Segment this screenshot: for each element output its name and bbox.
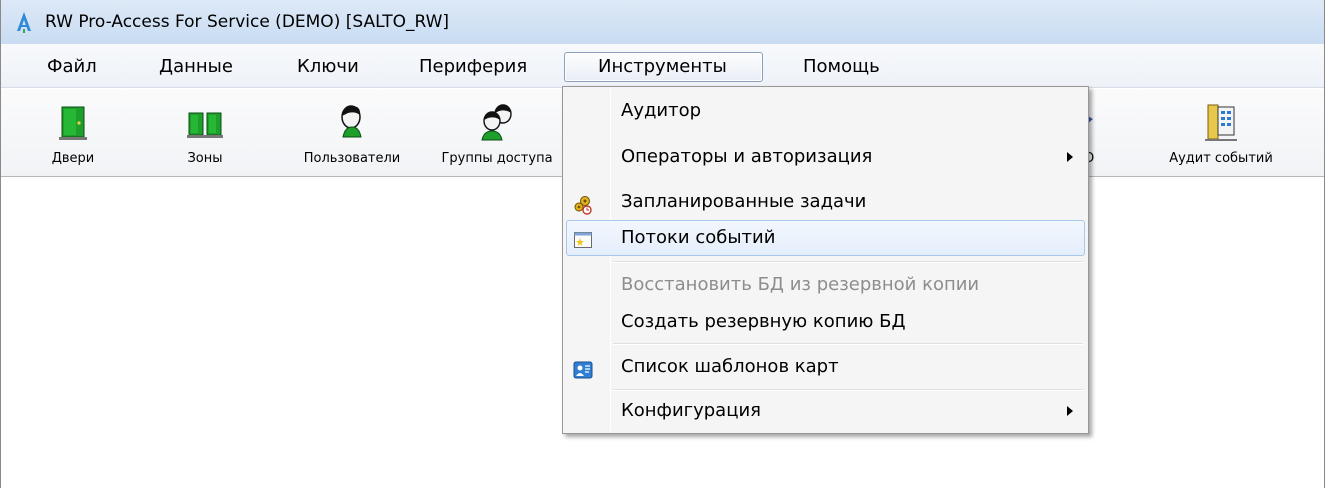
menu-separator bbox=[613, 343, 1083, 345]
app-logo-icon bbox=[13, 11, 35, 33]
menu-item-backup-db[interactable]: Создать резервную копию БД bbox=[566, 304, 1085, 340]
menu-item-card-templates[interactable]: Список шаблонов карт bbox=[566, 349, 1085, 385]
gears-clock-icon bbox=[573, 192, 593, 215]
toolbar-doors-button[interactable]: Двери bbox=[49, 89, 97, 177]
menu-bar: Файл Данные Ключи Периферия Инструменты … bbox=[1, 44, 1324, 88]
menu-help[interactable]: Помощь bbox=[793, 52, 890, 82]
menu-item-event-streams-label: Потоки событий bbox=[621, 227, 776, 248]
menu-keys[interactable]: Ключи bbox=[287, 52, 369, 82]
menu-item-operators-label: Операторы и авторизация bbox=[621, 146, 873, 167]
menu-data[interactable]: Данные bbox=[149, 52, 243, 82]
zones-icon bbox=[185, 102, 225, 142]
menu-file[interactable]: Файл bbox=[37, 52, 107, 82]
menu-tools[interactable]: Инструменты bbox=[564, 52, 763, 82]
submenu-arrow-icon bbox=[1067, 152, 1073, 162]
menu-item-scheduled-tasks-label: Запланированные задачи bbox=[621, 191, 867, 212]
menu-separator bbox=[613, 389, 1083, 391]
menu-peripherals[interactable]: Периферия bbox=[409, 52, 537, 82]
menu-item-auditor[interactable]: Аудитор bbox=[566, 93, 1085, 129]
user-group-icon bbox=[477, 102, 517, 142]
menu-item-restore-db: Восстановить БД из резервной копии bbox=[566, 267, 1085, 303]
toolbar-access-groups-button[interactable]: Группы доступа bbox=[429, 89, 565, 177]
menu-item-restore-db-label: Восстановить БД из резервной копии bbox=[621, 274, 980, 295]
toolbar-zones-label: Зоны bbox=[187, 151, 223, 166]
submenu-arrow-icon bbox=[1067, 406, 1073, 416]
menu-item-operators-authorization[interactable]: Операторы и авторизация bbox=[566, 139, 1085, 175]
user-icon bbox=[332, 102, 372, 142]
menu-item-backup-db-label: Создать резервную копию БД bbox=[621, 311, 906, 332]
tools-dropdown-menu: Аудитор Операторы и авторизация Запланир… bbox=[562, 86, 1089, 434]
event-stream-icon bbox=[573, 228, 593, 248]
menu-item-scheduled-tasks[interactable]: Запланированные задачи bbox=[566, 184, 1085, 220]
menu-item-configuration-label: Конфигурация bbox=[621, 400, 761, 421]
toolbar-doors-label: Двери bbox=[51, 151, 95, 166]
menu-item-configuration[interactable]: Конфигурация bbox=[566, 393, 1085, 429]
menu-item-event-streams[interactable]: Потоки событий bbox=[566, 220, 1085, 256]
door-icon bbox=[53, 102, 93, 142]
toolbar-access-groups-label: Группы доступа bbox=[441, 151, 553, 166]
toolbar-event-audit-label: Аудит событий bbox=[1169, 151, 1273, 166]
toolbar-users-label: Пользователи bbox=[303, 151, 401, 166]
menu-item-card-templates-label: Список шаблонов карт bbox=[621, 356, 839, 377]
menu-separator bbox=[613, 261, 1083, 263]
toolbar-zones-button[interactable]: Зоны bbox=[181, 89, 229, 177]
card-template-icon bbox=[573, 357, 593, 379]
window-title: RW Pro-Access For Service (DEMO) [SALTO_… bbox=[45, 12, 450, 32]
title-bar[interactable]: RW Pro-Access For Service (DEMO) [SALTO_… bbox=[1, 0, 1324, 44]
menu-item-auditor-label: Аудитор bbox=[621, 100, 702, 121]
app-window: RW Pro-Access For Service (DEMO) [SALTO_… bbox=[0, 0, 1325, 488]
toolbar-users-button[interactable]: Пользователи bbox=[297, 89, 407, 177]
audit-icon bbox=[1201, 102, 1241, 142]
toolbar-event-audit-button[interactable]: Аудит событий bbox=[1151, 89, 1291, 177]
